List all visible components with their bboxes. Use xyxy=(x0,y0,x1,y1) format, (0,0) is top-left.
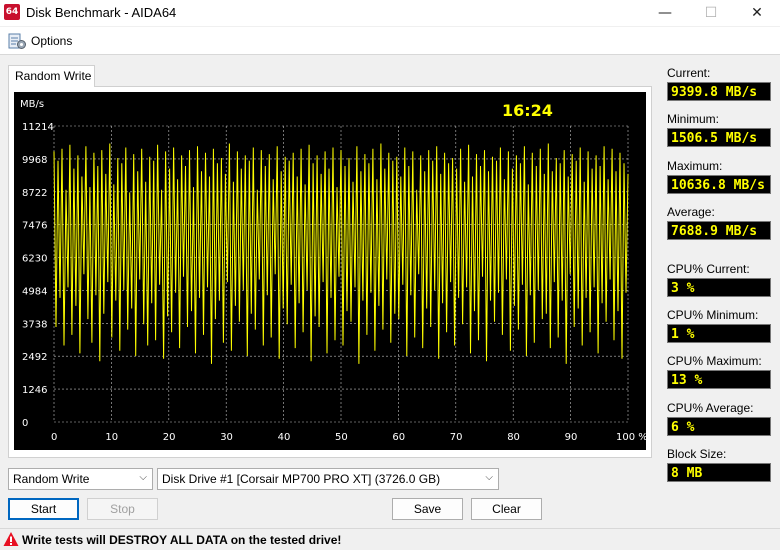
options-menu-label: Options xyxy=(31,34,73,48)
test-type-select[interactable]: Random Write ⌵ xyxy=(8,468,153,490)
menu-bar: Options xyxy=(0,27,780,55)
chevron-down-icon: ⌵ xyxy=(139,472,147,483)
status-bar: Write tests will DESTROY ALL DATA on the… xyxy=(0,528,780,550)
cpu-average-label: CPU% Average: xyxy=(667,401,754,415)
tab-random-write[interactable]: Random Write xyxy=(8,65,95,87)
warning-icon xyxy=(3,532,19,546)
clear-button[interactable]: Clear xyxy=(471,498,542,520)
x-tick-label: 80 xyxy=(507,432,520,443)
benchmark-chart: 11214 9968 8722 7476 6230 4984 3738 2492 1246 0 0 1… xyxy=(14,92,646,450)
x-tick-label: 0 xyxy=(51,432,57,443)
cpu-maximum-value: 13 % xyxy=(667,370,771,389)
cpu-current-value: 3 % xyxy=(667,278,771,297)
average-label: Average: xyxy=(667,205,715,219)
cpu-minimum-value: 1 % xyxy=(667,324,771,343)
test-type-select-value: Random Write xyxy=(13,472,90,486)
window-title: Disk Benchmark - AIDA64 xyxy=(26,5,177,20)
block-size-value: 8 MB xyxy=(667,463,771,482)
benchmark-chart-svg: 11214 9968 8722 7476 6230 4984 3738 2492 1246 0 0 1… xyxy=(20,99,646,443)
x-tick-label: 100 % xyxy=(616,432,646,443)
x-tick-label: 70 xyxy=(450,432,463,443)
minimum-label: Minimum: xyxy=(667,112,720,126)
elapsed-time: 16:24 xyxy=(502,101,553,120)
warning-text: Write tests will DESTROY ALL DATA on the… xyxy=(22,533,342,547)
maximum-label: Maximum: xyxy=(667,159,723,173)
y-tick-label: 7476 xyxy=(22,221,47,232)
y-tick-label: 4984 xyxy=(22,286,47,297)
cpu-maximum-label: CPU% Maximum: xyxy=(667,354,762,368)
y-tick-label: 0 xyxy=(22,418,28,429)
minimize-button[interactable]: — xyxy=(642,0,688,26)
cpu-minimum-label: CPU% Minimum: xyxy=(667,308,759,322)
current-value: 9399.8 MB/s xyxy=(667,82,771,101)
x-tick-label: 10 xyxy=(105,432,118,443)
y-tick-label: 8722 xyxy=(22,188,47,199)
start-button[interactable]: Start xyxy=(8,498,79,520)
maximize-button[interactable]: ☐ xyxy=(688,0,734,26)
chevron-down-icon: ⌵ xyxy=(485,472,493,483)
average-value: 7688.9 MB/s xyxy=(667,221,771,240)
y-tick-label: 3738 xyxy=(22,319,47,330)
close-button[interactable]: ✕ xyxy=(734,0,780,26)
maximum-value: 10636.8 MB/s xyxy=(667,175,771,194)
x-tick-label: 50 xyxy=(335,432,348,443)
save-button[interactable]: Save xyxy=(392,498,463,520)
minimum-value: 1506.5 MB/s xyxy=(667,128,771,147)
x-tick-label: 40 xyxy=(278,432,291,443)
x-tick-label: 90 xyxy=(565,432,578,443)
x-tick-label: 20 xyxy=(163,432,176,443)
current-label: Current: xyxy=(667,66,711,80)
y-tick-label: 9968 xyxy=(22,155,47,166)
cpu-average-value: 6 % xyxy=(667,417,771,436)
y-tick-label: 6230 xyxy=(22,254,47,265)
y-tick-label: 2492 xyxy=(22,352,47,363)
aida64-app-icon: 64 xyxy=(4,4,20,20)
y-axis-label: MB/s xyxy=(20,99,44,110)
options-icon xyxy=(8,33,26,49)
block-size-label: Block Size: xyxy=(667,447,727,461)
y-tick-label: 11214 xyxy=(22,122,54,133)
cpu-current-label: CPU% Current: xyxy=(667,262,750,276)
stop-button[interactable]: Stop xyxy=(87,498,158,520)
x-tick-label: 60 xyxy=(392,432,405,443)
y-tick-label: 1246 xyxy=(22,385,47,396)
drive-select[interactable]: Disk Drive #1 [Corsair MP700 PRO XT] (37… xyxy=(157,468,499,490)
drive-select-value: Disk Drive #1 [Corsair MP700 PRO XT] (37… xyxy=(162,472,441,486)
title-bar: 64 Disk Benchmark - AIDA64 — ☐ ✕ xyxy=(0,0,780,26)
x-tick-label: 30 xyxy=(220,432,233,443)
